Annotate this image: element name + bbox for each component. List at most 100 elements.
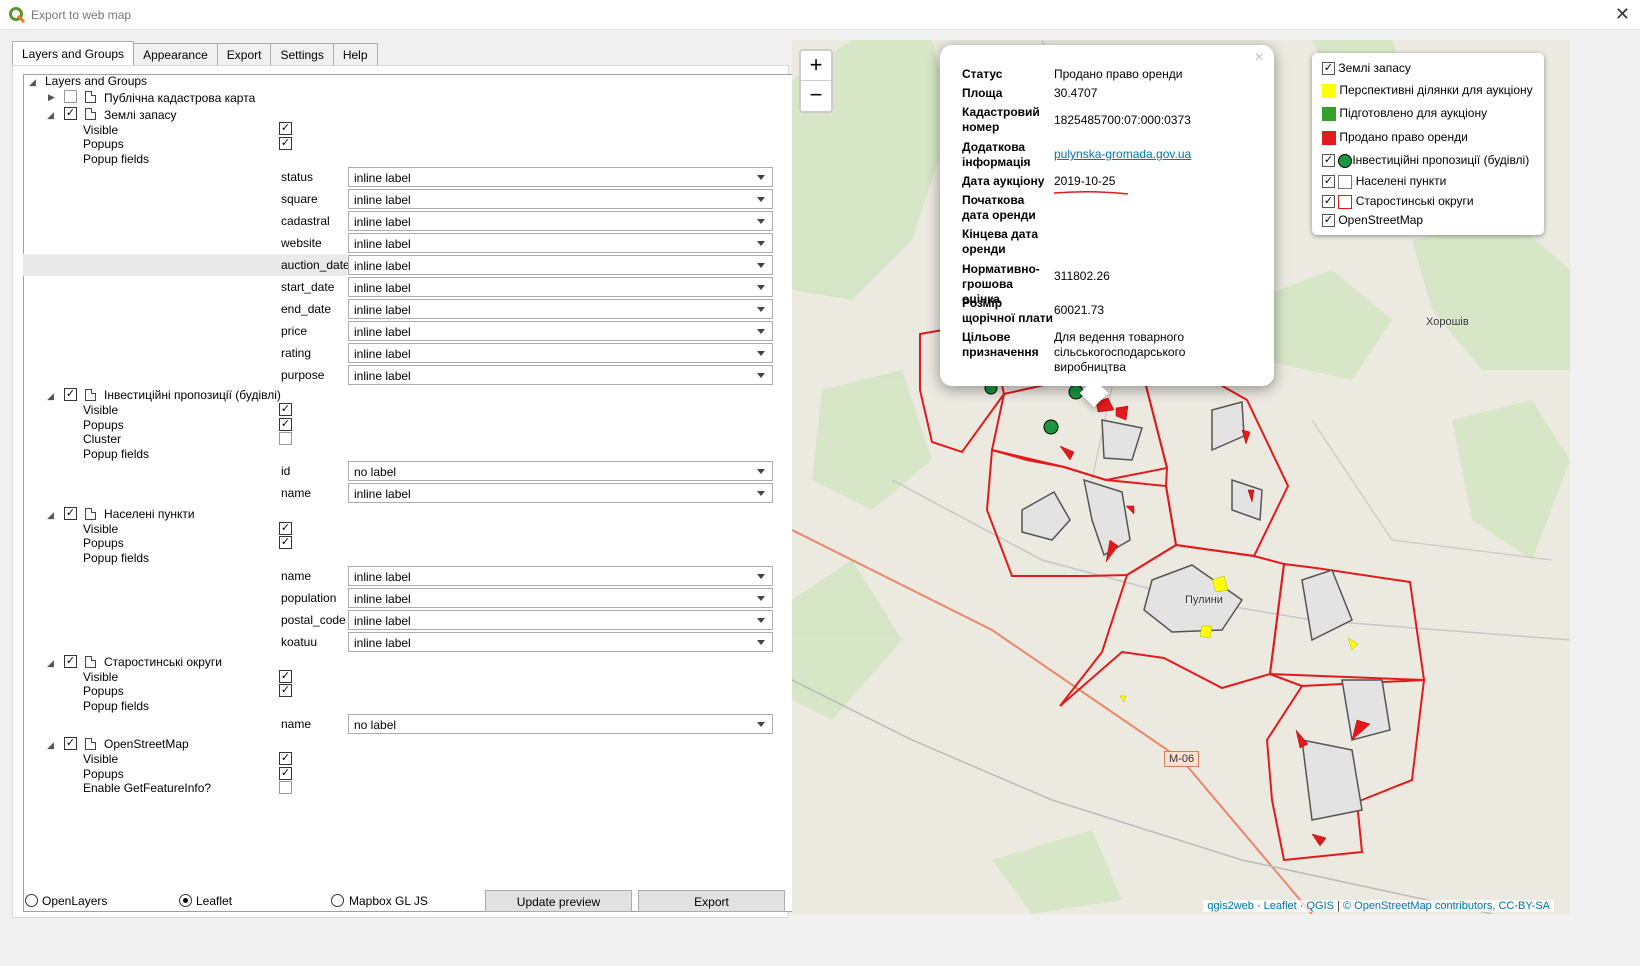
tree-root-label: Layers and Groups <box>45 74 148 88</box>
legend-label: Підготовлено для аукціону <box>1339 106 1488 120</box>
layer-checkbox[interactable]: ✓ <box>64 507 77 520</box>
legend-item[interactable]: ✓ OpenStreetMap <box>1322 213 1423 231</box>
option-label: Popup fields <box>83 447 150 461</box>
layer-label: Інвестиційні пропозиції (будівлі) <box>104 388 281 402</box>
osm-link[interactable]: © OpenStreetMap contributors, CC-BY-SA <box>1343 900 1550 912</box>
popup-field-label: rating <box>281 346 312 360</box>
label-mode-dropdown[interactable]: inline label <box>348 610 773 630</box>
popup-key: Початкова дата оренди <box>962 193 1036 222</box>
label-mode-dropdown[interactable]: inline label <box>348 632 773 652</box>
popup-key: Розмір щорічної плати <box>962 296 1054 325</box>
openlayers-label: OpenLayers <box>42 894 108 908</box>
popups-checkbox[interactable]: ✓ <box>279 536 292 549</box>
legend-checkbox[interactable]: ✓ <box>1322 154 1335 168</box>
label-mode-dropdown[interactable]: inline label <box>348 588 773 608</box>
layer-icon <box>85 738 96 750</box>
expand-arrow-icon[interactable]: ◢ <box>47 510 57 520</box>
visible-checkbox[interactable]: ✓ <box>279 752 292 765</box>
expand-arrow-icon[interactable]: ◢ <box>47 658 57 668</box>
legend-checkbox[interactable]: ✓ <box>1322 195 1335 209</box>
label-mode-dropdown[interactable]: inline label <box>348 277 773 297</box>
legend-item: Підготовлено для аукціону <box>1322 106 1487 124</box>
popups-checkbox[interactable]: ✓ <box>279 684 292 697</box>
label-mode-dropdown[interactable]: inline label <box>348 483 773 503</box>
popups-checkbox[interactable]: ✓ <box>279 137 292 150</box>
option-label: Enable GetFeatureInfo? <box>83 781 212 795</box>
openlayers-radio[interactable] <box>25 894 38 907</box>
popup-value: 311802.26 <box>1054 269 1110 283</box>
website-link[interactable]: pulynska-gromada.gov.ua <box>1054 147 1191 161</box>
collapsed-arrow-icon[interactable]: ▶ <box>48 92 58 102</box>
close-icon[interactable]: ✕ <box>1615 4 1630 25</box>
legend-item[interactable]: ✓ Інвестиційні пропозиції (будівлі) <box>1322 153 1529 171</box>
legend-checkbox[interactable]: ✓ <box>1322 214 1335 228</box>
tab-layers-and-groups[interactable]: Layers and Groups <box>12 41 135 65</box>
expand-arrow-icon[interactable]: ◢ <box>47 740 57 750</box>
option-label: Visible <box>83 752 119 766</box>
label-mode-dropdown[interactable]: inline label <box>348 211 773 231</box>
popups-checkbox[interactable]: ✓ <box>279 767 292 780</box>
label-mode-dropdown[interactable]: inline label <box>348 233 773 253</box>
label-mode-dropdown[interactable]: inline label <box>348 343 773 363</box>
leaflet-link[interactable]: Leaflet <box>1264 900 1297 912</box>
qgis2web-link[interactable]: qgis2web <box>1207 900 1253 912</box>
layer-checkbox[interactable] <box>64 90 77 103</box>
leaflet-label: Leaflet <box>196 894 233 908</box>
tab-appearance[interactable]: Appearance <box>133 43 218 66</box>
popup-field-label: population <box>281 591 337 605</box>
label-mode-dropdown[interactable]: inline label <box>348 167 773 187</box>
legend-checkbox[interactable]: ✓ <box>1322 62 1335 76</box>
popup-field-label: price <box>281 324 308 338</box>
layer-label: Землі запасу <box>104 108 177 122</box>
leaflet-radio[interactable] <box>179 894 192 907</box>
visible-checkbox[interactable]: ✓ <box>279 522 292 535</box>
tab-settings[interactable]: Settings <box>270 43 334 66</box>
red-underline <box>1053 190 1129 195</box>
visible-checkbox[interactable]: ✓ <box>279 670 292 683</box>
legend-checkbox[interactable]: ✓ <box>1322 175 1335 189</box>
legend-label: Населені пункти <box>1355 174 1447 188</box>
layer-legend: ✓ Землі запасу Перспективні ділянки для … <box>1312 53 1544 235</box>
layer-checkbox[interactable]: ✓ <box>64 107 77 120</box>
zoom-out-button[interactable]: − <box>801 81 831 111</box>
label-mode-dropdown[interactable]: inline label <box>348 566 773 586</box>
layer-checkbox[interactable]: ✓ <box>64 737 77 750</box>
label-mode-dropdown[interactable]: inline label <box>348 321 773 341</box>
visible-checkbox[interactable]: ✓ <box>279 403 292 416</box>
map-preview[interactable]: Пулини Хорошів М-06 + − × Статус Продано… <box>792 40 1570 914</box>
layer-checkbox[interactable]: ✓ <box>64 655 77 668</box>
expand-arrow-icon[interactable]: ◢ <box>29 77 39 87</box>
layer-checkbox[interactable]: ✓ <box>64 388 77 401</box>
town-label-khoroshiv: Хорошів <box>1426 316 1469 328</box>
popup-key: Кінцева дата оренди <box>962 227 1039 256</box>
option-label: Visible <box>83 522 119 536</box>
label-mode-dropdown[interactable]: inline label <box>348 365 773 385</box>
popup-field-label: website <box>281 236 322 250</box>
popup-close-icon[interactable]: × <box>1255 49 1264 67</box>
legend-item[interactable]: ✓ Землі запасу <box>1322 61 1411 79</box>
expand-arrow-icon[interactable]: ◢ <box>47 391 57 401</box>
option-label: Popups <box>83 684 124 698</box>
cluster-checkbox[interactable] <box>279 432 292 445</box>
expand-arrow-icon[interactable]: ◢ <box>47 110 57 120</box>
legend-label: Землі запасу <box>1338 61 1411 75</box>
label-mode-dropdown[interactable]: inline label <box>348 189 773 209</box>
visible-checkbox[interactable]: ✓ <box>279 122 292 135</box>
popups-checkbox[interactable]: ✓ <box>279 418 292 431</box>
label-mode-dropdown[interactable]: no label <box>348 714 773 734</box>
qgis-link[interactable]: QGIS <box>1306 900 1334 912</box>
getfeatureinfo-checkbox[interactable] <box>279 781 292 794</box>
layer-label: Населені пункти <box>104 507 195 521</box>
legend-item[interactable]: ✓ Старостинські округи <box>1322 194 1474 212</box>
label-mode-dropdown[interactable]: inline label <box>348 255 773 275</box>
export-button[interactable]: Export <box>638 890 785 912</box>
label-mode-dropdown[interactable]: inline label <box>348 299 773 319</box>
legend-item[interactable]: ✓ Населені пункти <box>1322 174 1446 192</box>
tab-export[interactable]: Export <box>216 43 272 66</box>
label-mode-dropdown[interactable]: no label <box>348 461 773 481</box>
zoom-in-button[interactable]: + <box>801 51 831 81</box>
popup-field-label: start_date <box>281 280 335 294</box>
update-preview-button[interactable]: Update preview <box>485 890 632 912</box>
tab-help[interactable]: Help <box>332 43 378 66</box>
mapbox-radio[interactable] <box>331 894 344 907</box>
